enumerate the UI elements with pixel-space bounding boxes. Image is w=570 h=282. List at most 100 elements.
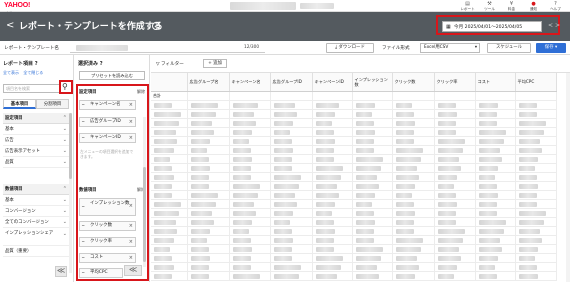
table-cell (312, 163, 353, 173)
redacted-value (437, 255, 461, 261)
redacted-value (315, 183, 338, 189)
redacted-value (395, 255, 418, 261)
list-item[interactable]: インプレッションシェア ⌄ (3, 228, 69, 246)
group-setting-items[interactable]: 設定項目 ⌃ (3, 113, 69, 124)
table-cell (187, 145, 230, 155)
list-item[interactable]: 基本 ⌄ (3, 195, 69, 206)
column-header[interactable]: 広告グループ名 (187, 73, 230, 92)
list-item[interactable]: 品質 ⌄ (3, 157, 69, 168)
redacted-value (273, 210, 294, 216)
group-numeric-items[interactable]: 数値項目 ⌃ (3, 184, 69, 195)
redacted-value (518, 273, 539, 279)
table-cell (515, 190, 557, 200)
collapse-all-link[interactable]: 全て閉じる (23, 70, 43, 75)
collapse-left-panel-button[interactable]: ≪ (55, 266, 67, 277)
column-header[interactable] (151, 73, 188, 92)
table-cell (229, 271, 271, 281)
table-cell (187, 244, 230, 254)
list-item[interactable]: 基本 ⌄ (3, 124, 69, 135)
list-item[interactable]: 品質（重要） (3, 246, 69, 257)
chevron-up-icon: ⌃ (62, 115, 67, 121)
left-panel-scrollbar[interactable] (69, 113, 72, 273)
collapse-selected-panel-button[interactable]: ≪ (124, 265, 142, 276)
list-item[interactable]: 広告表示アセット ⌄ (3, 146, 69, 157)
table-cell (229, 235, 271, 245)
help-icon[interactable]: ? (35, 61, 38, 67)
top-nav-tool[interactable]: ⚒ ツール (481, 1, 498, 11)
search-button-highlight[interactable]: ⚲ (59, 80, 73, 94)
load-preset-button[interactable]: プリセットを読み込む (79, 71, 145, 80)
save-button[interactable]: 保存 ▾ (536, 43, 566, 53)
table-cell (312, 217, 353, 227)
redacted-value (478, 120, 497, 126)
table-cell (312, 172, 353, 182)
table-cell (434, 262, 476, 272)
yahoo-logo[interactable]: YAHOO!広告 (4, 2, 30, 16)
top-nav-label: 通知 (529, 7, 538, 11)
redacted-value (437, 264, 458, 270)
list-item[interactable]: コンバージョン ⌄ (3, 206, 69, 217)
redacted-value (232, 201, 255, 207)
redacted-value (518, 255, 535, 261)
table-cell (392, 262, 435, 272)
redacted-value (232, 147, 251, 153)
table-cell (187, 271, 230, 281)
column-header[interactable]: クリック率 (434, 73, 476, 92)
file-format-select[interactable]: Excel用CSV ▾ (420, 43, 480, 53)
redacted-value (273, 228, 292, 234)
redacted-value (518, 210, 546, 216)
column-header[interactable]: キャンペーン名 (229, 73, 271, 92)
filter-button[interactable]: ▽ フィルター (156, 61, 184, 67)
redacted-value (478, 210, 497, 216)
redacted-value (190, 111, 216, 117)
top-nav-notification[interactable]: ● 通知 (525, 1, 542, 11)
list-item[interactable]: 全てのコンバージョン ⌄ (3, 217, 69, 228)
scrollbar-thumb[interactable] (69, 113, 72, 179)
redacted-value (232, 183, 260, 189)
date-next-icon[interactable]: > (555, 22, 560, 29)
date-range-selector[interactable]: ▦ 今月 2025/04/01〜2025/04/05 (442, 21, 542, 32)
template-name-input[interactable] (70, 43, 265, 53)
redacted-value (518, 201, 537, 207)
download-button[interactable]: ⤓ ダウンロード (326, 43, 374, 53)
table-cell (475, 190, 516, 200)
list-item[interactable]: 広告 ⌄ (3, 135, 69, 146)
top-nav-billing[interactable]: ¥ 料金 (503, 1, 520, 11)
date-prev-icon[interactable]: < (548, 22, 553, 29)
column-header[interactable]: 平均CPC (515, 73, 557, 92)
selected-panel-scrollbar[interactable] (143, 117, 146, 267)
tab-basic-items[interactable]: 基本項目 (3, 99, 36, 109)
show-all-link[interactable]: 全て表示 (3, 70, 19, 75)
table-cell (229, 226, 271, 236)
column-header[interactable]: コスト (475, 73, 516, 92)
column-header[interactable]: キャンペーンID (312, 73, 353, 92)
column-header[interactable]: 広告グループID (270, 73, 313, 92)
back-arrow-icon[interactable]: < (6, 21, 14, 31)
table-cell (187, 127, 230, 137)
chevron-down-icon: ⌄ (62, 197, 67, 203)
redacted-value (273, 201, 297, 207)
selected-title-text: 選択済み (78, 61, 99, 67)
preview-scrollbar[interactable] (566, 73, 570, 282)
list-item-label: 広告表示アセット (5, 149, 41, 154)
schedule-button[interactable]: スケジュール (487, 43, 531, 53)
item-search-input[interactable]: 項目名を検索 (3, 84, 60, 93)
table-cell (270, 154, 313, 164)
scrollbar-thumb[interactable] (143, 167, 146, 262)
redacted-value (355, 147, 374, 153)
add-filter-button[interactable]: + 追加 (203, 59, 227, 68)
table-cell (475, 172, 516, 182)
help-icon[interactable]: ? (100, 61, 103, 67)
title-help-icon[interactable]: ? (152, 22, 160, 30)
selected-items-highlight (76, 84, 149, 281)
table-cell (392, 172, 435, 182)
top-nav-report[interactable]: ▤ レポート (459, 1, 476, 11)
top-nav-help[interactable]: ? ヘルプ (547, 1, 564, 11)
table-row (151, 109, 557, 119)
template-name-label: レポート・テンプレート名 (4, 46, 59, 51)
column-header[interactable]: クリック数 (392, 73, 435, 92)
redacted-value (315, 237, 334, 243)
tab-split-items[interactable]: 分割項目 (36, 99, 69, 109)
table-cell (312, 271, 353, 281)
column-header[interactable]: インプレッション数 (352, 73, 393, 92)
